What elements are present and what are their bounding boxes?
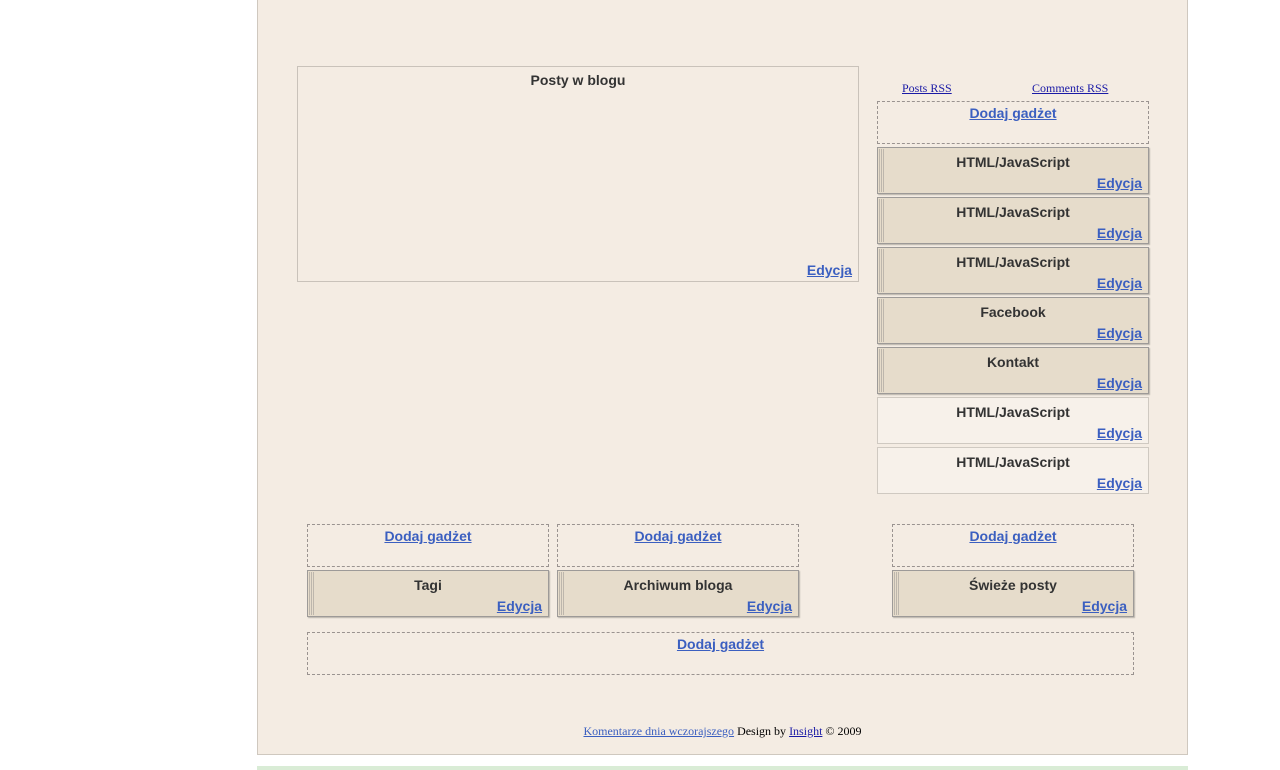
sidebar-gadget-html-5[interactable]: HTML/JavaScript Edycja (877, 447, 1149, 494)
sidebar-gadget-html-1[interactable]: HTML/JavaScript Edycja (877, 147, 1149, 194)
footer-gadget-tagi[interactable]: Tagi Edycja (307, 570, 549, 617)
gadget-title: HTML/JavaScript (956, 254, 1070, 270)
gadget-title: Tagi (414, 577, 442, 593)
gadget-edit-link[interactable]: Edycja (1097, 225, 1142, 241)
footer-gadget-swieze-posty[interactable]: Świeże posty Edycja (892, 570, 1134, 617)
sidebar-gadget-facebook[interactable]: Facebook Edycja (877, 297, 1149, 344)
footer-col2-add-gadget-link[interactable]: Dodaj gadżet (634, 528, 721, 544)
bottom-strip (257, 766, 1188, 770)
sidebar-gadget-html-3[interactable]: HTML/JavaScript Edycja (877, 247, 1149, 294)
gadget-edit-link[interactable]: Edycja (1097, 175, 1142, 191)
gadget-title: HTML/JavaScript (956, 154, 1070, 170)
sidebar-gadget-html-2[interactable]: HTML/JavaScript Edycja (877, 197, 1149, 244)
blog-posts-edit-link[interactable]: Edycja (807, 262, 852, 278)
footer-col1-add-gadget-link[interactable]: Dodaj gadżet (384, 528, 471, 544)
gadget-edit-link[interactable]: Edycja (1082, 598, 1127, 614)
sidebar-gadget-html-4[interactable]: HTML/JavaScript Edycja (877, 397, 1149, 444)
blog-posts-title: Posty w blogu (530, 72, 626, 88)
posts-rss-link[interactable]: Posts RSS (902, 81, 952, 96)
gadget-title: Facebook (980, 304, 1046, 320)
copyright-text: © 2009 (822, 724, 862, 738)
gadget-edit-link[interactable]: Edycja (1097, 275, 1142, 291)
design-by-text: Design by (734, 724, 790, 738)
comments-rss-link[interactable]: Comments RSS (1032, 81, 1108, 96)
footer-wide-add-gadget-link[interactable]: Dodaj gadżet (677, 636, 764, 652)
gadget-edit-link[interactable]: Edycja (1097, 475, 1142, 491)
footer-credits: Komentarze dnia wczorajszego Design by I… (257, 724, 1188, 739)
footer-gadget-archiwum[interactable]: Archiwum bloga Edycja (557, 570, 799, 617)
sidebar-add-gadget-link[interactable]: Dodaj gadżet (969, 105, 1056, 121)
gadget-edit-link[interactable]: Edycja (1097, 325, 1142, 341)
footer-col1-add-gadget-area: Dodaj gadżet (307, 524, 549, 567)
gadget-title: Archiwum bloga (623, 577, 733, 593)
blog-posts-section: Posty w blogu Edycja (297, 66, 859, 282)
insight-link[interactable]: Insight (789, 724, 822, 738)
gadget-edit-link[interactable]: Edycja (1097, 375, 1142, 391)
footer-wide-add-gadget-area: Dodaj gadżet (307, 632, 1134, 675)
gadget-edit-link[interactable]: Edycja (1097, 425, 1142, 441)
gadget-title: HTML/JavaScript (956, 454, 1070, 470)
footer-col3-add-gadget-area: Dodaj gadżet (892, 524, 1134, 567)
yesterday-comments-link[interactable]: Komentarze dnia wczorajszego (583, 724, 734, 738)
gadget-title: Kontakt (986, 354, 1040, 370)
footer-col3-add-gadget-link[interactable]: Dodaj gadżet (969, 528, 1056, 544)
footer-col2-add-gadget-area: Dodaj gadżet (557, 524, 799, 567)
sidebar-add-gadget-area: Dodaj gadżet (877, 101, 1149, 144)
gadget-edit-link[interactable]: Edycja (747, 598, 792, 614)
gadget-title: Świeże posty (969, 577, 1057, 593)
gadget-edit-link[interactable]: Edycja (497, 598, 542, 614)
sidebar-gadget-kontakt[interactable]: Kontakt Edycja (877, 347, 1149, 394)
gadget-title: HTML/JavaScript (956, 404, 1070, 420)
gadget-title: HTML/JavaScript (956, 204, 1070, 220)
